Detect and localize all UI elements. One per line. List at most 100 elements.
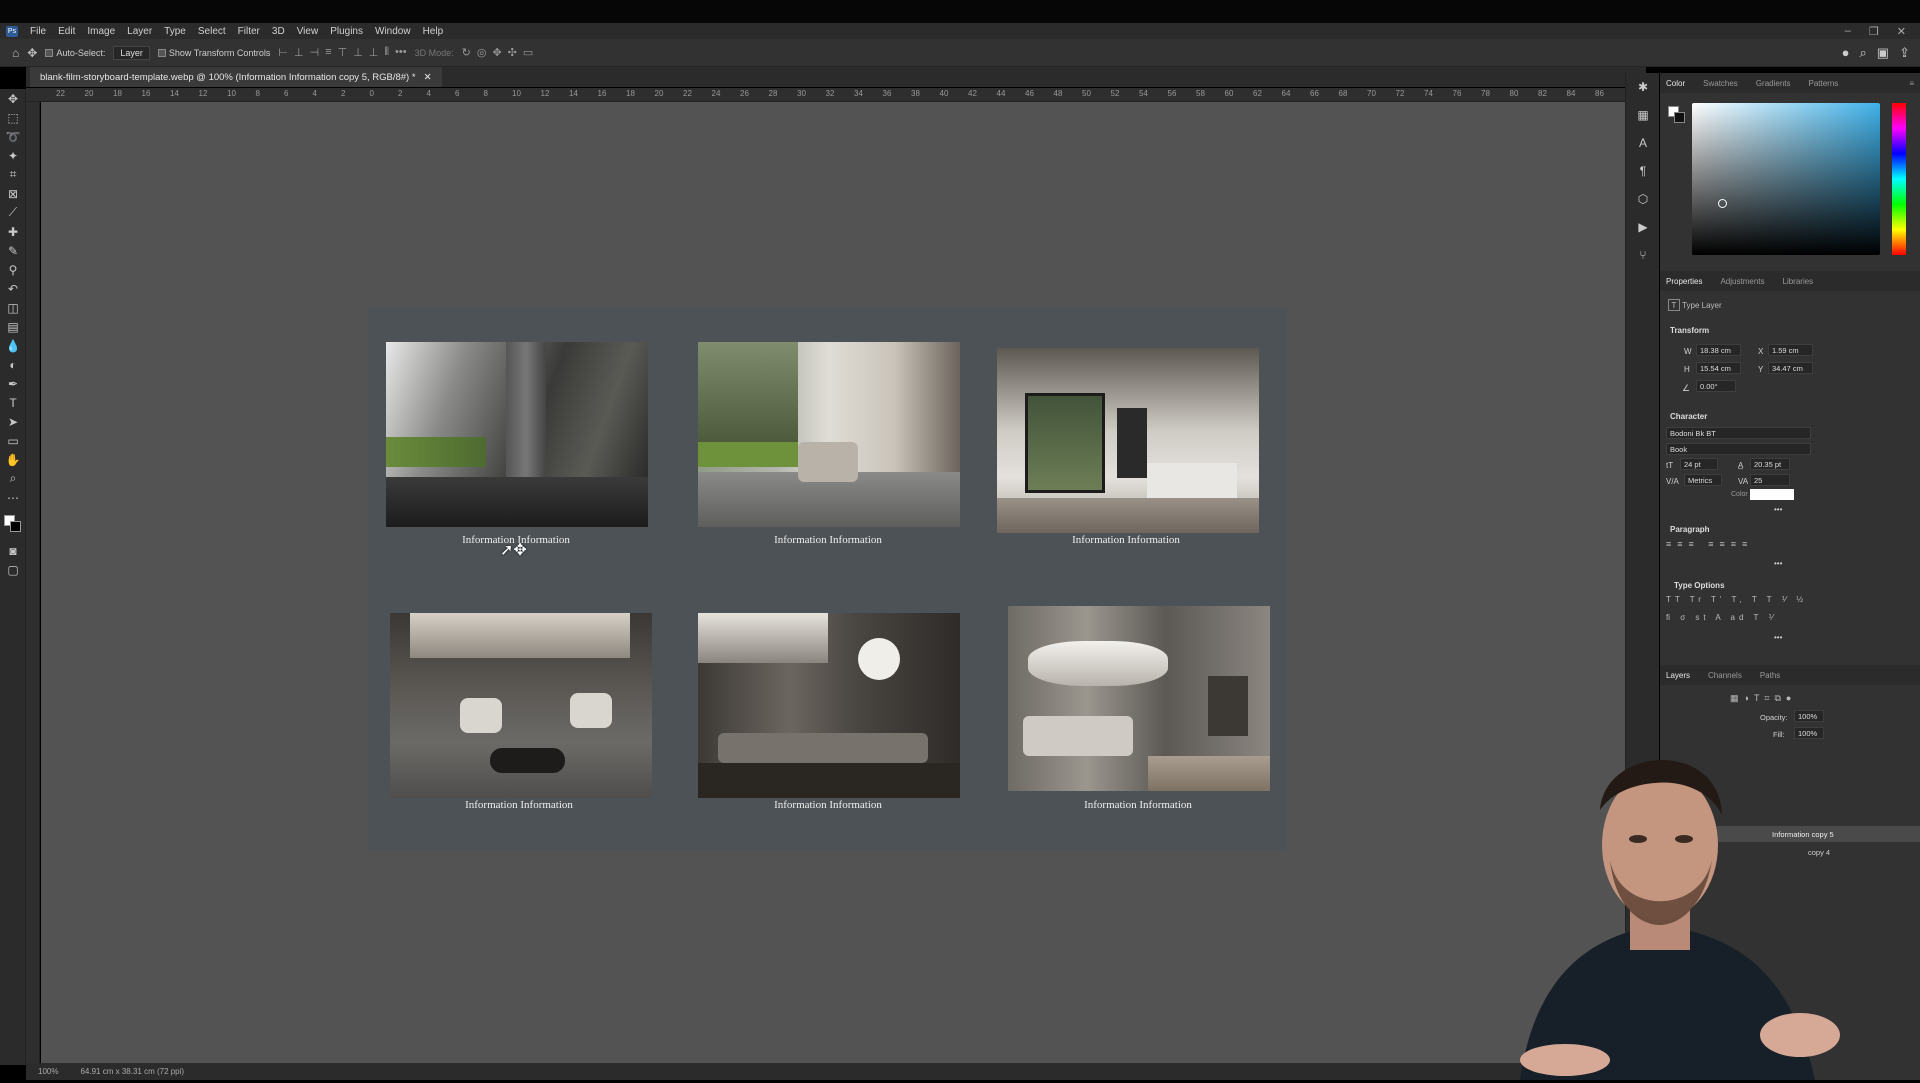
actions-play-icon[interactable]: ▶ bbox=[1626, 213, 1660, 241]
menu-image[interactable]: Image bbox=[81, 26, 121, 37]
zoom-tool-icon[interactable]: ⌕ bbox=[0, 469, 26, 488]
photoshop-logo[interactable]: Ps bbox=[6, 25, 18, 37]
marquee-tool-icon[interactable]: ⬚ bbox=[0, 108, 26, 127]
font-family-select[interactable]: Bodoni Bk BT bbox=[1666, 427, 1811, 439]
clone-stamp-icon[interactable]: ⚲ bbox=[0, 260, 26, 279]
frame-3-caption[interactable]: Information Information bbox=[996, 534, 1256, 546]
frame-tool-icon[interactable]: ⊠ bbox=[0, 184, 26, 203]
type-options-header[interactable]: Type Options bbox=[1660, 581, 1920, 590]
menu-filter[interactable]: Filter bbox=[232, 26, 266, 37]
tab-adjustments[interactable]: Adjustments bbox=[1720, 277, 1764, 286]
magic-wand-icon[interactable]: ✦ bbox=[0, 146, 26, 165]
x-field[interactable]: 1.59 cm bbox=[1768, 344, 1813, 356]
menu-3d[interactable]: 3D bbox=[266, 26, 291, 37]
account-icon[interactable]: ● bbox=[1842, 45, 1850, 61]
timeline-icon[interactable]: ⑂ bbox=[1626, 241, 1660, 269]
more-options-icon[interactable]: ••• bbox=[1774, 559, 1782, 568]
share-icon[interactable]: ⇪ bbox=[1899, 45, 1910, 61]
tab-channels[interactable]: Channels bbox=[1708, 671, 1742, 680]
opentype-icons[interactable]: ﬁ σ st A ad T ⅟ bbox=[1666, 613, 1777, 622]
tab-color[interactable]: Color bbox=[1666, 79, 1685, 88]
tab-libraries[interactable]: Libraries bbox=[1783, 277, 1814, 286]
move-tool-icon[interactable]: ✥ bbox=[27, 46, 37, 60]
brush-settings-icon[interactable]: ✱ bbox=[1626, 73, 1660, 101]
opacity-field[interactable]: 100% bbox=[1794, 710, 1824, 722]
storyboard-frame-6[interactable] bbox=[1008, 606, 1270, 791]
font-style-select[interactable]: Book bbox=[1666, 443, 1811, 455]
storyboard-frame-2[interactable] bbox=[698, 342, 960, 527]
quick-mask-icon[interactable]: ◙ bbox=[0, 541, 26, 560]
auto-select-checkbox[interactable]: Auto-Select: bbox=[45, 48, 105, 58]
font-size-field[interactable]: 24 pt bbox=[1680, 458, 1718, 470]
color-picker-field[interactable] bbox=[1692, 103, 1880, 255]
minimize-icon[interactable]: – bbox=[1845, 25, 1851, 38]
menu-file[interactable]: File bbox=[24, 26, 52, 37]
dodge-tool-icon[interactable]: ◐ bbox=[0, 355, 26, 374]
paragraph-align-icons[interactable]: ≡≡≡ ≡≡≡≡ bbox=[1666, 539, 1753, 549]
tab-paths[interactable]: Paths bbox=[1760, 671, 1780, 680]
character-panel-icon[interactable]: A bbox=[1626, 129, 1660, 157]
menu-edit[interactable]: Edit bbox=[52, 26, 81, 37]
color-swatches-icon[interactable] bbox=[0, 507, 26, 541]
type-tool-icon[interactable]: T bbox=[0, 393, 26, 412]
tab-swatches[interactable]: Swatches bbox=[1703, 79, 1738, 88]
storyboard-frame-4[interactable] bbox=[390, 613, 652, 798]
menu-plugins[interactable]: Plugins bbox=[324, 26, 369, 37]
brush-tool-icon[interactable]: ✎ bbox=[0, 241, 26, 260]
history-brush-icon[interactable]: ↶ bbox=[0, 279, 26, 298]
height-field[interactable]: 15.54 cm bbox=[1696, 362, 1741, 374]
auto-select-dropdown[interactable]: Layer bbox=[113, 45, 150, 60]
storyboard-frame-3[interactable] bbox=[997, 348, 1259, 533]
align-icons[interactable]: ⊢ ⊥ ⊣ ≡ ⊤ ⊥ ⊥ ⫴ ••• bbox=[278, 46, 406, 59]
crop-tool-icon[interactable]: ⌗ bbox=[0, 165, 26, 184]
restore-icon[interactable]: ❐ bbox=[1869, 25, 1879, 38]
frame-5-caption[interactable]: Information Information bbox=[698, 799, 958, 811]
path-selection-icon[interactable]: ➤ bbox=[0, 412, 26, 431]
tab-layers[interactable]: Layers bbox=[1666, 671, 1690, 680]
layer-filter-icons[interactable]: ▦◑T⌗⧉● bbox=[1730, 693, 1796, 704]
storyboard-frame-5[interactable] bbox=[698, 613, 960, 798]
eraser-icon[interactable]: ◫ bbox=[0, 298, 26, 317]
paragraph-panel-icon[interactable]: ¶ bbox=[1626, 157, 1660, 185]
pen-tool-icon[interactable]: ✒ bbox=[0, 374, 26, 393]
type-options-icons[interactable]: TT Tr T' T, T T ⅟ ½ bbox=[1666, 595, 1807, 604]
frame-2-caption[interactable]: Information Information bbox=[698, 534, 958, 546]
menu-select[interactable]: Select bbox=[192, 26, 232, 37]
3d-mode-icons[interactable]: ↻ ◎ ✥ ✣ ▭ bbox=[462, 46, 534, 59]
blur-tool-icon[interactable]: 💧 bbox=[0, 336, 26, 355]
3d-panel-icon[interactable]: ⬡ bbox=[1626, 185, 1660, 213]
menu-view[interactable]: View bbox=[291, 26, 325, 37]
leading-field[interactable]: 20.35 pt bbox=[1750, 458, 1790, 470]
character-header[interactable]: Character bbox=[1660, 412, 1920, 421]
hand-tool-icon[interactable]: ✋ bbox=[0, 450, 26, 469]
gradient-tool-icon[interactable]: ▤ bbox=[0, 317, 26, 336]
storyboard-artboard[interactable]: Information Information Information Info… bbox=[368, 308, 1287, 850]
text-color-swatch[interactable] bbox=[1750, 489, 1794, 500]
screen-mode-icon[interactable]: ▢ bbox=[0, 560, 26, 579]
tab-patterns[interactable]: Patterns bbox=[1809, 79, 1839, 88]
lasso-tool-icon[interactable]: ➰ bbox=[0, 127, 26, 146]
tab-properties[interactable]: Properties bbox=[1666, 277, 1702, 286]
document-size[interactable]: 64.91 cm x 38.31 cm (72 ppi) bbox=[80, 1067, 184, 1076]
fg-bg-swatch[interactable] bbox=[1668, 106, 1686, 124]
hue-slider[interactable] bbox=[1892, 103, 1906, 255]
angle-field[interactable]: 0.00° bbox=[1696, 380, 1736, 392]
storyboard-frame-1[interactable] bbox=[386, 342, 648, 527]
tab-gradients[interactable]: Gradients bbox=[1756, 79, 1791, 88]
close-icon[interactable]: ✕ bbox=[1897, 25, 1906, 38]
paragraph-header[interactable]: Paragraph bbox=[1660, 525, 1920, 534]
more-options-icon[interactable]: ••• bbox=[1774, 505, 1782, 514]
move-tool-icon[interactable]: ✥ bbox=[0, 89, 26, 108]
rectangle-tool-icon[interactable]: ▭ bbox=[0, 431, 26, 450]
kerning-field[interactable]: Metrics bbox=[1684, 474, 1722, 486]
menu-help[interactable]: Help bbox=[417, 26, 450, 37]
menu-type[interactable]: Type bbox=[158, 26, 192, 37]
eyedropper-icon[interactable]: ⟋ bbox=[0, 203, 26, 222]
home-icon[interactable]: ⌂ bbox=[12, 46, 19, 60]
tracking-field[interactable]: 25 bbox=[1750, 474, 1790, 486]
transform-header[interactable]: Transform bbox=[1660, 326, 1920, 335]
panel-menu-icon[interactable]: ≡ bbox=[1909, 79, 1920, 88]
width-field[interactable]: 18.38 cm bbox=[1696, 344, 1741, 356]
y-field[interactable]: 34.47 cm bbox=[1768, 362, 1813, 374]
more-tools-icon[interactable]: ⋯ bbox=[0, 488, 26, 507]
